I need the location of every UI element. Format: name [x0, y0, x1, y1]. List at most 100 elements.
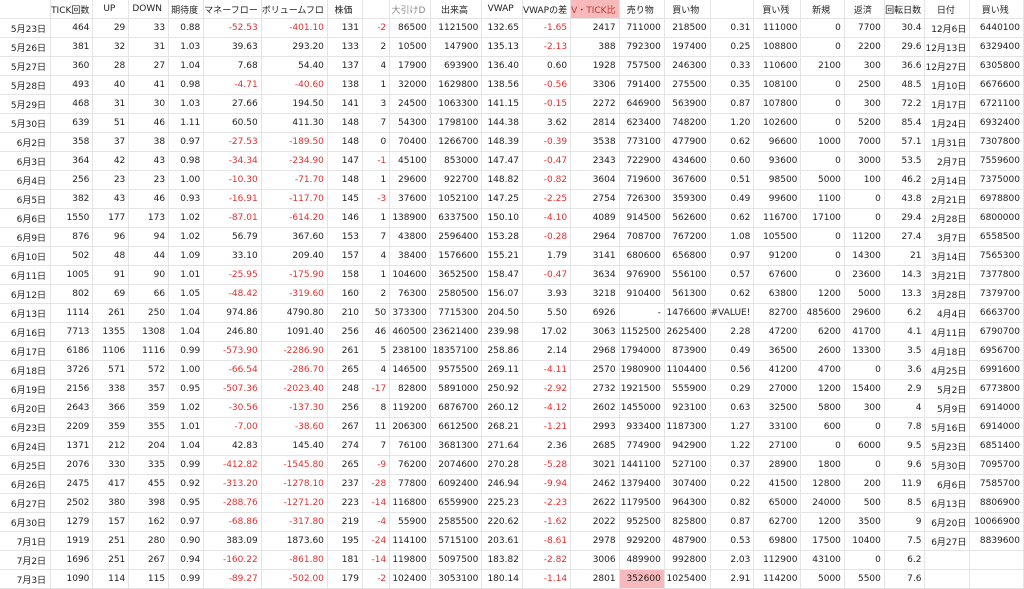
- table-cell[interactable]: -401.10: [261, 18, 328, 38]
- table-cell[interactable]: 3681300: [430, 436, 483, 456]
- table-cell[interactable]: 1200: [800, 379, 845, 399]
- table-cell[interactable]: 300: [844, 56, 885, 76]
- table-cell[interactable]: 1106: [92, 341, 130, 361]
- table-cell[interactable]: 12800: [800, 474, 845, 494]
- table-cell[interactable]: -175.90: [261, 265, 328, 285]
- table-cell[interactable]: 1.22: [710, 436, 755, 456]
- table-cell[interactable]: 307400: [664, 474, 711, 494]
- table-cell[interactable]: 352600: [619, 569, 665, 589]
- table-cell[interactable]: 267: [128, 550, 170, 570]
- table-cell[interactable]: 3月28日: [924, 284, 971, 304]
- table-cell[interactable]: 1: [362, 170, 391, 190]
- table-cell[interactable]: 639: [50, 113, 94, 133]
- table-cell[interactable]: 246.94: [481, 474, 523, 494]
- table-cell[interactable]: 148: [327, 170, 363, 190]
- table-cell[interactable]: -2023.40: [261, 379, 328, 399]
- table-cell[interactable]: 1.11: [168, 113, 205, 133]
- table-cell[interactable]: 27.66: [203, 94, 262, 114]
- table-cell[interactable]: 1873.60: [261, 531, 328, 551]
- table-cell[interactable]: 3: [362, 94, 391, 114]
- table-cell[interactable]: 246.80: [203, 322, 262, 342]
- table-cell[interactable]: 2643: [50, 398, 94, 418]
- table-cell[interactable]: 4月18日: [924, 341, 971, 361]
- table-cell[interactable]: 6月13日: [924, 493, 971, 513]
- table-cell[interactable]: 27.4: [884, 227, 926, 247]
- table-cell[interactable]: 14.3: [884, 265, 926, 285]
- table-cell[interactable]: 1919: [50, 531, 94, 551]
- table-cell[interactable]: 37600: [389, 189, 431, 209]
- table-cell[interactable]: 5月9日: [924, 398, 971, 418]
- table-cell[interactable]: -24: [362, 531, 391, 551]
- table-cell[interactable]: 6956700: [969, 341, 1024, 361]
- table-cell[interactable]: 367.60: [261, 227, 328, 247]
- table-cell[interactable]: 14300: [844, 246, 885, 266]
- table-cell[interactable]: 773100: [619, 132, 665, 152]
- table-cell[interactable]: 3726: [50, 360, 94, 380]
- table-cell[interactable]: 9575500: [430, 360, 483, 380]
- table-cell[interactable]: 1800: [800, 455, 845, 475]
- table-cell[interactable]: 2100: [800, 56, 845, 76]
- table-cell[interactable]: 2993: [570, 417, 620, 437]
- table-cell[interactable]: 138900: [389, 208, 431, 228]
- table-cell[interactable]: 220.62: [481, 512, 523, 532]
- table-cell[interactable]: -52.53: [203, 18, 262, 38]
- table-cell[interactable]: -286.70: [261, 360, 328, 380]
- table-cell[interactable]: 0.29: [710, 379, 755, 399]
- table-cell[interactable]: 477900: [664, 132, 711, 152]
- table-cell[interactable]: 1200: [800, 284, 845, 304]
- table-cell[interactable]: 1.02: [168, 398, 205, 418]
- table-cell[interactable]: 29600: [844, 303, 885, 323]
- table-cell[interactable]: 6.2: [884, 550, 926, 570]
- table-cell[interactable]: 6440100: [969, 18, 1024, 38]
- table-cell[interactable]: [924, 550, 971, 570]
- table-cell[interactable]: 256: [50, 170, 94, 190]
- table-cell[interactable]: 646900: [619, 94, 665, 114]
- table-cell[interactable]: 922700: [430, 170, 483, 190]
- table-cell[interactable]: 380: [92, 493, 130, 513]
- table-cell[interactable]: 1441100: [619, 455, 665, 475]
- table-cell[interactable]: 5月30日: [924, 455, 971, 475]
- table-cell[interactable]: -2: [362, 569, 391, 589]
- table-cell[interactable]: -0.47: [522, 151, 572, 171]
- column-header[interactable]: 買い残: [969, 0, 1024, 19]
- table-cell[interactable]: 267: [327, 417, 363, 437]
- table-cell[interactable]: 3021: [570, 455, 620, 475]
- table-cell[interactable]: 114200: [753, 569, 802, 589]
- table-cell[interactable]: 357: [128, 379, 170, 399]
- table-cell[interactable]: 9: [884, 512, 926, 532]
- table-cell[interactable]: 225.23: [481, 493, 523, 513]
- table-cell[interactable]: 1355: [92, 322, 130, 342]
- table-cell[interactable]: 55900: [389, 512, 431, 532]
- table-cell[interactable]: -0.47: [522, 265, 572, 285]
- date-cell[interactable]: 6月5日: [0, 189, 52, 209]
- table-cell[interactable]: 197400: [664, 37, 711, 57]
- table-cell[interactable]: 107800: [753, 94, 802, 114]
- table-cell[interactable]: 7559600: [969, 151, 1024, 171]
- table-cell[interactable]: 7.6: [884, 569, 926, 589]
- table-cell[interactable]: 275500: [664, 75, 711, 95]
- table-cell[interactable]: -9: [362, 455, 391, 475]
- date-cell[interactable]: 5月26日: [0, 37, 52, 57]
- table-cell[interactable]: 1.02: [168, 227, 205, 247]
- table-cell[interactable]: 36500: [753, 341, 802, 361]
- table-cell[interactable]: 757500: [619, 56, 665, 76]
- table-cell[interactable]: 250: [128, 303, 170, 323]
- table-cell[interactable]: 7565300: [969, 246, 1024, 266]
- table-cell[interactable]: 5月16日: [924, 417, 971, 437]
- table-cell[interactable]: 1月31日: [924, 132, 971, 152]
- table-cell[interactable]: 147900: [430, 37, 483, 57]
- table-cell[interactable]: 2343: [570, 151, 620, 171]
- table-cell[interactable]: 29.4: [884, 208, 926, 228]
- table-cell[interactable]: -2286.90: [261, 341, 328, 361]
- column-header[interactable]: DOWN: [128, 0, 170, 19]
- table-cell[interactable]: 0: [844, 360, 885, 380]
- table-cell[interactable]: 1179500: [619, 493, 665, 513]
- table-cell[interactable]: 2978: [570, 531, 620, 551]
- table-cell[interactable]: 0.25: [710, 37, 755, 57]
- table-cell[interactable]: 0.87: [710, 512, 755, 532]
- table-cell[interactable]: 28900: [753, 455, 802, 475]
- table-cell[interactable]: 17100: [800, 208, 845, 228]
- table-cell[interactable]: 3141: [570, 246, 620, 266]
- table-cell[interactable]: 1090: [50, 569, 94, 589]
- table-cell[interactable]: 7: [362, 113, 391, 133]
